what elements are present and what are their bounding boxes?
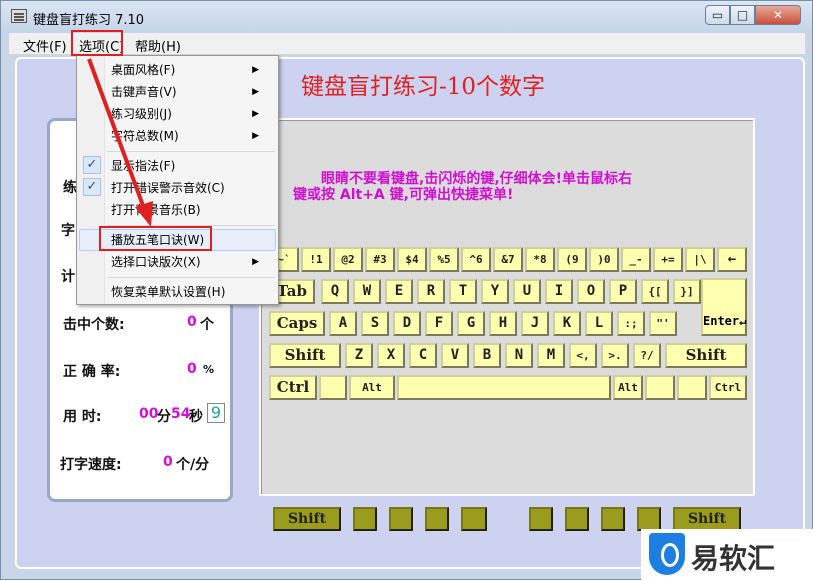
annotation-arrow — [87, 58, 153, 227]
app-window: 键盘盲打练习 7.10 ▭ □ ✕ 文件(F) 选项(C) 帮助(H) 键盘盲打… — [0, 0, 813, 581]
brand-logo-icon — [649, 533, 685, 575]
watermark: 易软汇 — [641, 529, 813, 581]
watermark-text: 易软汇 — [691, 542, 776, 575]
